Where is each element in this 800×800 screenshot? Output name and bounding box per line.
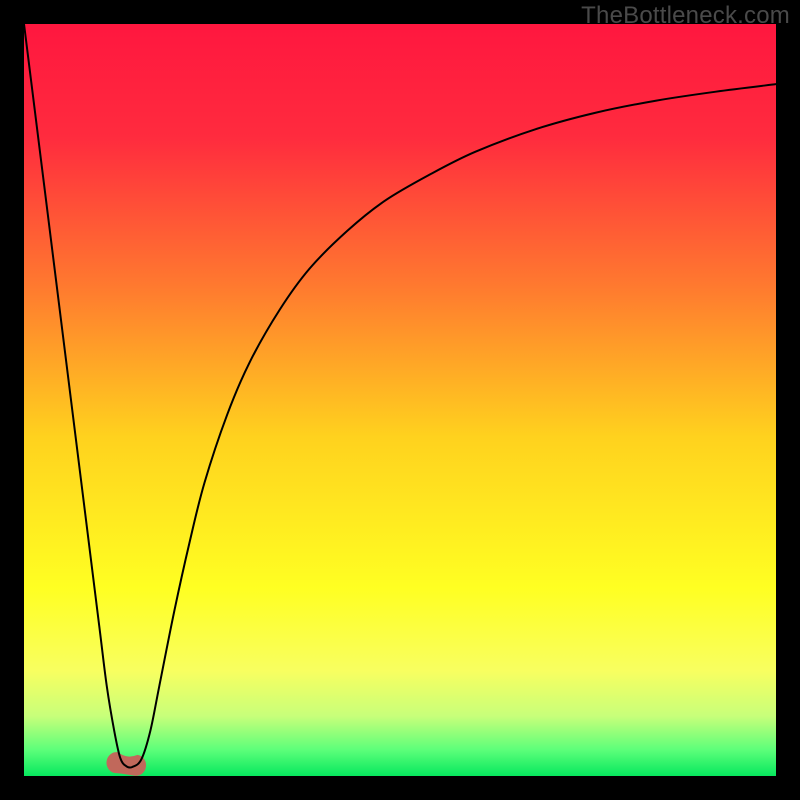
bottleneck-chart xyxy=(24,24,776,776)
gradient-background xyxy=(24,24,776,776)
plot-area xyxy=(24,24,776,776)
chart-frame: TheBottleneck.com xyxy=(0,0,800,800)
